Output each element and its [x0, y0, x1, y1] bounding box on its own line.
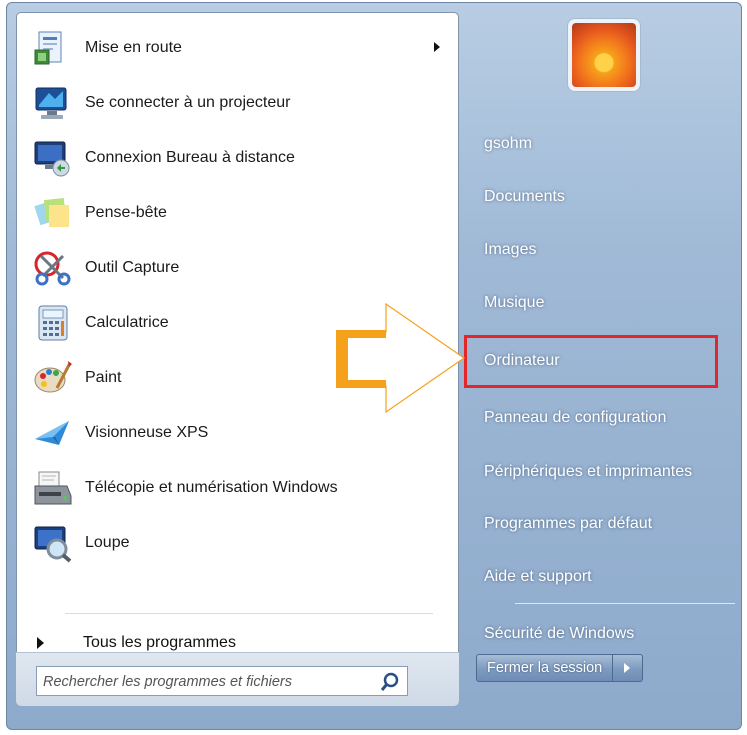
place-label: Aide et support — [484, 568, 592, 585]
place-label: gsohm — [484, 135, 533, 152]
place-label: Panneau de configuration — [484, 409, 667, 426]
program-item-snipping-tool[interactable]: Outil Capture — [17, 242, 458, 294]
shutdown-group: Fermer la session — [476, 654, 644, 682]
program-label: Pense-bête — [85, 204, 167, 221]
program-item-sticky-notes[interactable]: Pense-bête — [17, 187, 458, 239]
place-label: Programmes par défaut — [484, 515, 653, 532]
paint-palette-icon — [34, 361, 72, 393]
sticky-notes-icon — [34, 198, 69, 227]
program-item-getting-started[interactable]: Mise en route — [17, 22, 458, 74]
fax-scan-icon — [34, 471, 72, 505]
divider — [515, 603, 735, 604]
place-music[interactable]: Musique — [470, 277, 740, 329]
search-area — [16, 652, 459, 706]
program-label: Se connecter à un projecteur — [85, 94, 291, 111]
program-item-remote-desktop[interactable]: Connexion Bureau à distance — [17, 132, 458, 184]
place-images[interactable]: Images — [470, 224, 740, 276]
place-windows-security[interactable]: Sécurité de Windows — [470, 608, 740, 660]
place-label: Musique — [484, 294, 545, 311]
user-avatar[interactable] — [567, 18, 641, 92]
logoff-button[interactable]: Fermer la session — [476, 654, 614, 682]
place-default-programs[interactable]: Programmes par défaut — [470, 498, 740, 550]
expand-arrow-icon — [37, 637, 44, 649]
program-item-magnifier[interactable]: Loupe — [17, 517, 458, 569]
search-icon[interactable] — [379, 671, 401, 693]
getting-started-icon — [34, 31, 62, 65]
program-label: Paint — [85, 369, 122, 386]
shutdown-options-arrow-icon[interactable] — [613, 654, 644, 682]
submenu-arrow-icon — [434, 42, 440, 52]
magnifier-icon — [34, 526, 72, 563]
place-label: Sécurité de Windows — [484, 625, 635, 642]
projector-icon — [35, 87, 67, 119]
search-input[interactable] — [41, 669, 375, 695]
place-documents[interactable]: Documents — [470, 171, 740, 223]
place-label: Images — [484, 241, 537, 258]
program-item-fax-scan[interactable]: Télécopie et numérisation Windows — [17, 462, 458, 514]
divider — [65, 613, 433, 614]
place-label: Documents — [484, 188, 565, 205]
highlight-box — [464, 335, 718, 388]
program-item-projector[interactable]: Se connecter à un projecteur — [17, 77, 458, 129]
flower-picture — [572, 23, 636, 87]
place-label: Périphériques et imprimantes — [484, 463, 693, 480]
program-label: Connexion Bureau à distance — [85, 149, 295, 166]
program-label: Outil Capture — [85, 259, 180, 276]
program-label: Calculatrice — [85, 314, 169, 331]
program-label: Loupe — [85, 534, 130, 551]
place-control-panel[interactable]: Panneau de configuration — [470, 392, 740, 444]
program-label: Visionneuse XPS — [85, 424, 209, 441]
program-label: Mise en route — [85, 39, 182, 56]
snipping-tool-icon — [34, 251, 71, 286]
place-user-folder[interactable]: gsohm — [470, 118, 740, 170]
calculator-icon — [38, 305, 68, 341]
program-label: Télécopie et numérisation Windows — [85, 479, 338, 496]
remote-desktop-icon — [34, 141, 70, 177]
place-help-support[interactable]: Aide et support — [470, 551, 740, 603]
place-devices-printers[interactable]: Périphériques et imprimantes — [470, 446, 740, 498]
search-box[interactable] — [36, 666, 408, 696]
xps-viewer-icon — [35, 421, 69, 445]
program-item-xps-viewer[interactable]: Visionneuse XPS — [17, 407, 458, 459]
callout-arrow-icon — [336, 302, 466, 414]
